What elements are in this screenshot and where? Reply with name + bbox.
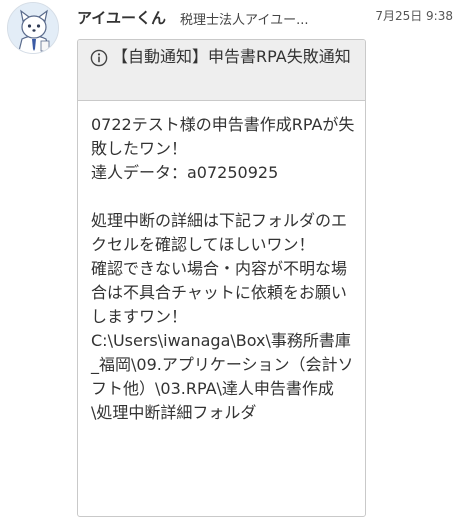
sender-name[interactable]: アイユーくん (77, 7, 166, 28)
message-timestamp: 7月25日 9:38 (375, 9, 453, 23)
mascot-avatar-icon (8, 3, 58, 53)
sender-organization: 税理士法人アイユー... (180, 13, 309, 28)
card-title: 【自動通知】申告書RPA失敗通知 (112, 47, 351, 66)
body-line-folder-path[interactable]: C:\Users\iwanaga\Box\事務所書庫_福岡\09.アプリケーショ… (91, 329, 355, 425)
notification-card: 【自動通知】申告書RPA失敗通知 0722テスト様の申告書作成RPAが失敗したワ… (77, 39, 366, 517)
chat-message: アイユーくん 税理士法人アイユー... 7月25日 9:38 【自動通知】申告書… (0, 0, 463, 525)
body-line-request-chat: 確認できない場合・内容が不明な場合は不具合チャットに依頼をお願いしますワン！ (91, 259, 348, 326)
card-body: 0722テスト様の申告書作成RPAが失敗したワン！ 達人データ：a0725092… (78, 101, 365, 433)
card-header: 【自動通知】申告書RPA失敗通知 (78, 40, 365, 101)
body-line-blank (91, 185, 355, 209)
body-line-check-folder: 処理中断の詳細は下記フォルダのエクセルを確認してほしいワン！ (91, 211, 348, 254)
body-line-tatsujin-data: 達人データ：a07250925 (91, 163, 279, 182)
avatar[interactable] (7, 2, 59, 54)
body-line-failure: 0722テスト様の申告書作成RPAが失敗したワン！ (91, 115, 355, 158)
info-icon (90, 49, 108, 67)
